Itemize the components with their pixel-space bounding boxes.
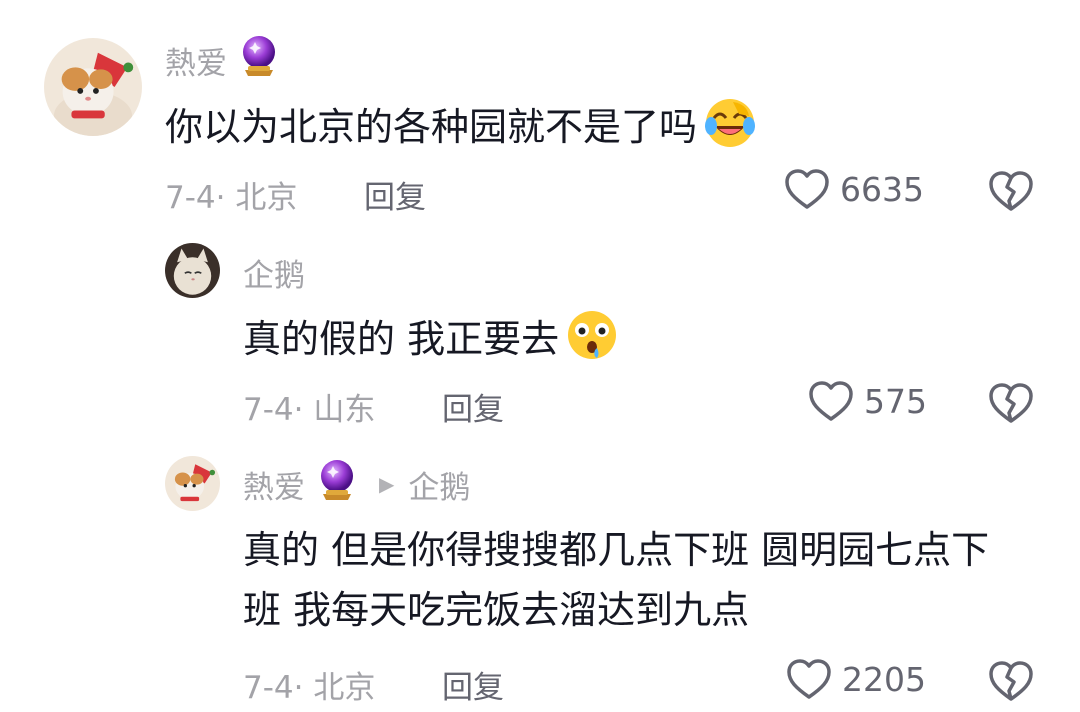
comment-text-line: 班 我每天吃完饭去溜达到九点 — [243, 588, 750, 632]
date-location: 7-4· 北京 — [165, 180, 298, 216]
like-count: 2205 — [842, 659, 926, 699]
reply-to-username[interactable]: 企鹅 — [408, 462, 470, 507]
like-count: 575 — [864, 381, 927, 421]
heart-icon — [785, 169, 829, 209]
reply-button[interactable]: 回复 — [442, 384, 504, 429]
avatar[interactable] — [165, 456, 220, 511]
broken-heart-icon — [989, 171, 1033, 211]
comment-text-line: 真的 但是你得搜搜都几点下班 圆明园七点下 — [243, 528, 990, 572]
cat-avatar-image — [165, 243, 220, 298]
avatar[interactable] — [44, 38, 142, 136]
date-location: 7-4· 北京 — [243, 670, 376, 706]
reply-button[interactable]: 回复 — [442, 662, 504, 707]
cat-avatar-image — [165, 456, 220, 511]
like-button[interactable]: 2205 — [786, 658, 926, 700]
dislike-button[interactable] — [988, 660, 1034, 706]
heart-icon — [787, 659, 831, 699]
broken-heart-icon — [989, 661, 1033, 701]
reply-button[interactable]: 回复 — [364, 172, 426, 217]
dislike-button[interactable] — [988, 382, 1034, 428]
surprised-drool-emoji — [565, 308, 619, 379]
like-button[interactable]: 575 — [808, 380, 927, 422]
username-row: 企鹅 — [243, 250, 305, 294]
like-count: 6635 — [840, 169, 924, 209]
reply-arrow-icon: ▶ — [379, 472, 395, 496]
avatar[interactable] — [165, 243, 220, 298]
comments-page: 熱爱 你以为北京的各种园就不是了吗 7-4· 北京 回复 6635 企鹅 真的假… — [0, 0, 1080, 712]
rolling-laugh-emoji — [703, 96, 757, 167]
reply-comment-item: 熱爱 ▶ 企鹅 真的 但是你得搜搜都几点下班 圆明园七点下 班 我每天吃完饭去溜… — [0, 450, 1080, 712]
username[interactable]: 熱爱 — [243, 462, 305, 507]
username[interactable]: 熱爱 — [165, 38, 227, 83]
dislike-button[interactable] — [988, 170, 1034, 216]
username-row: 熱爱 — [165, 36, 279, 83]
comment-item: 熱爱 你以为北京的各种园就不是了吗 7-4· 北京 回复 6635 — [0, 0, 1080, 230]
username-row: 熱爱 ▶ 企鹅 — [243, 460, 470, 507]
comment-text: 真的 但是你得搜搜都几点下班 圆明园七点下 班 我每天吃完饭去溜达到九点 — [243, 520, 989, 640]
comment-text: 真的假的 我正要去 — [243, 308, 619, 379]
cat-avatar-image — [44, 38, 142, 136]
crystal-ball-icon — [239, 34, 279, 86]
heart-icon — [809, 381, 853, 421]
username[interactable]: 企鹅 — [243, 250, 305, 295]
like-button[interactable]: 6635 — [784, 168, 924, 210]
crystal-ball-icon — [317, 458, 357, 510]
comment-text: 你以为北京的各种园就不是了吗 — [165, 96, 757, 167]
broken-heart-icon — [989, 383, 1033, 423]
reply-comment-item: 企鹅 真的假的 我正要去 7-4· 山东 回复 575 — [0, 230, 1080, 450]
date-location: 7-4· 山东 — [243, 392, 376, 428]
